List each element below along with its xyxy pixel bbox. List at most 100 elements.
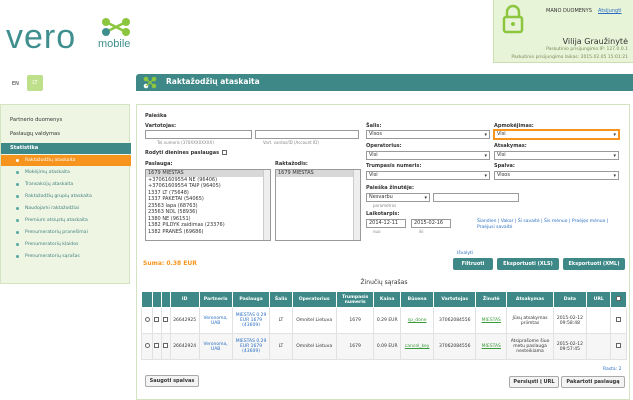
report-icon (143, 76, 157, 89)
sidebar-sub-keyword-report[interactable]: Raktažodžių ataskaita (1, 155, 131, 166)
response-label: Atsakymas: (494, 143, 527, 149)
vero-mobile-logo[interactable]: vero mobile (6, 8, 156, 58)
col-user[interactable]: Vartotojas (433, 291, 477, 308)
row-checkbox[interactable] (616, 343, 622, 348)
bullet-icon (16, 159, 19, 162)
col-short-number[interactable]: Trumpasis numeris (335, 291, 375, 308)
country-label: Šalis: (366, 123, 382, 129)
col-operator[interactable]: Operatorius (291, 291, 337, 308)
row-radio[interactable] (144, 343, 150, 348)
cell-status[interactable]: cancel_key (400, 333, 435, 360)
row-color-box[interactable] (154, 343, 160, 348)
cell-date: 2015-02-12 09:58:48 (552, 307, 588, 334)
chevron-down-icon: ▾ (424, 195, 427, 201)
col-partner[interactable]: Partneris (198, 291, 233, 308)
user-panel: MANO DUOMENYS Atsijungti Vilija Graužiny… (493, 0, 633, 63)
page-title: Raktažodžių ataskaita (166, 77, 260, 86)
date-to-input[interactable]: 2015-02-16 (411, 219, 451, 228)
col-select-all[interactable] (610, 291, 627, 308)
short-number-select[interactable]: Visi ▾ (366, 171, 490, 180)
user-id-hint: Vart. vardas/ID (Account ID) (263, 140, 319, 145)
messages-table: ID Partneris Paslauga Šalis Operatorius … (140, 291, 627, 360)
sidebar-item-partner[interactable]: Partnerio duomenys (1, 115, 131, 126)
sidebar-item-services[interactable]: Paslaugų valdymas (1, 129, 131, 140)
response-select[interactable]: Visi ▾ (494, 151, 619, 160)
sidebar-sub-used-keywords[interactable]: Naudojami raktažodžiai (1, 203, 131, 214)
save-colors-button[interactable]: Saugoti spalvas (145, 375, 199, 387)
export-xls-button[interactable]: Eksportuoti (XLS) (497, 258, 559, 270)
user-id-input[interactable] (255, 130, 359, 139)
lang-lt-button[interactable]: LT (27, 75, 43, 91)
export-xml-button[interactable]: Eksportuoti (XML) (563, 258, 625, 270)
sidebar-sub-sub-messages[interactable]: Prenumeratorių pranešimai (1, 227, 131, 238)
cell-partner[interactable]: Veronoma, UAB (198, 307, 233, 334)
chevron-down-icon: ▾ (613, 153, 616, 159)
filter-button[interactable]: Filtruoti (453, 258, 493, 270)
sidebar-sub-sub-list[interactable]: Prenumeratorių sąrašas (1, 251, 131, 262)
operator-select[interactable]: Visi ▾ (366, 151, 490, 160)
row-color-box[interactable] (163, 317, 169, 322)
table-row[interactable]: 26642924 Veronoma, UAB MIESTAS 0.29 EUR … (140, 333, 627, 360)
payment-select[interactable]: Visi ▾ (494, 130, 619, 139)
col-url[interactable]: URL (586, 291, 612, 308)
row-checkbox[interactable] (616, 317, 622, 322)
cell-response: Jūsų atsakymas priimtas (506, 307, 554, 334)
date-from-hint: nuo (373, 229, 381, 234)
country-select[interactable]: Visos ▾ (366, 130, 490, 139)
show-hidden-checkbox[interactable] (222, 150, 227, 155)
cell-service[interactable]: MIESTAS 0.29 EUR 1679 (43609) (231, 307, 271, 334)
sidebar-item-statistics[interactable]: Statistika (1, 143, 131, 154)
messages-table-title: Žinučių sąrašas (360, 279, 408, 286)
cell-message[interactable]: MIESTAS (475, 333, 508, 360)
color-select[interactable]: Visos ▾ (494, 171, 619, 180)
col-message[interactable]: Žinutė (475, 291, 508, 308)
lock-icon (502, 4, 524, 34)
row-radio[interactable] (144, 317, 150, 322)
resend-url-button[interactable]: Persiųsti į URL (509, 376, 559, 388)
repeat-service-button[interactable]: Pakartoti paslaugą (561, 376, 625, 388)
scrollbar[interactable] (263, 170, 270, 240)
last-login-time: Paskutinio prisijungimo laikas: 2015.02.… (511, 55, 628, 60)
sidebar-sub-keyword-groups[interactable]: Raktažodžių grupių ataskaita (1, 191, 131, 202)
user-name: Vilija Graužinytė (562, 37, 628, 46)
scrollbar[interactable] (353, 170, 360, 240)
logo-sub: mobile (98, 38, 131, 50)
service-option[interactable]: 1382 PRANEŠ (69686) (146, 229, 270, 236)
message-search-select[interactable]: Nesvarbu ▾ (366, 193, 430, 202)
message-search-label: Paieška žinutėje: (366, 185, 415, 191)
row-color-box[interactable] (154, 317, 160, 322)
col-response[interactable]: Atsakymas (506, 291, 554, 308)
logout-link[interactable]: Atsijungti (598, 8, 622, 14)
message-search-input[interactable] (433, 193, 519, 202)
col-status[interactable]: Būsena (400, 291, 435, 308)
col-country[interactable]: Šalis (269, 291, 293, 308)
table-row[interactable]: 26642925 Veronoma, UAB MIESTAS 0.29 EUR … (140, 307, 627, 334)
clear-link[interactable]: Išvalyti (457, 251, 473, 257)
sidebar-sub-transactions[interactable]: Transakcijų ataskaita (1, 179, 131, 190)
bullet-icon (16, 231, 19, 234)
bullet-icon (16, 183, 19, 186)
col-date[interactable]: Data (552, 291, 588, 308)
bullet-icon (16, 243, 19, 246)
row-color-box[interactable] (163, 343, 169, 348)
select-all-checkbox[interactable] (616, 296, 622, 301)
cell-message[interactable]: MIESTAS (475, 307, 508, 334)
date-from-input[interactable]: 2014-12-11 (366, 219, 406, 228)
sidebar-sub-sub-errors[interactable]: Prenumeratorių klaidos (1, 239, 131, 250)
cell-date: 2015-02-12 09:57:45 (552, 333, 588, 360)
keyword-listbox[interactable]: 1679 MIESTAS (275, 169, 361, 241)
cell-status[interactable]: sp_done (400, 307, 435, 334)
keyword-option[interactable]: 1679 MIESTAS (276, 170, 360, 177)
col-id[interactable]: ID (169, 291, 200, 308)
cell-partner[interactable]: Veronoma, UAB (198, 333, 233, 360)
sidebar-sub-premium[interactable]: Premium atsiųstų ataskaita (1, 215, 131, 226)
my-data-link[interactable]: MANO DUOMENYS (546, 8, 592, 14)
quick-period-links[interactable]: Šiandien | Vakar | Ši savaitė | Šis mėnu… (477, 219, 627, 231)
sidebar-sub-payments[interactable]: Mokėjimų ataskaita (1, 167, 131, 178)
phone-input[interactable] (145, 130, 252, 139)
col-price[interactable]: Kaina (373, 291, 402, 308)
lang-en-button[interactable]: EN (12, 81, 19, 87)
service-listbox[interactable]: 1679 MIESTAS +37061609554 NE (96406) +37… (145, 169, 271, 241)
cell-service[interactable]: MIESTAS 0.29 EUR 1679 (43609) (231, 333, 271, 360)
col-service[interactable]: Paslauga (231, 291, 271, 308)
